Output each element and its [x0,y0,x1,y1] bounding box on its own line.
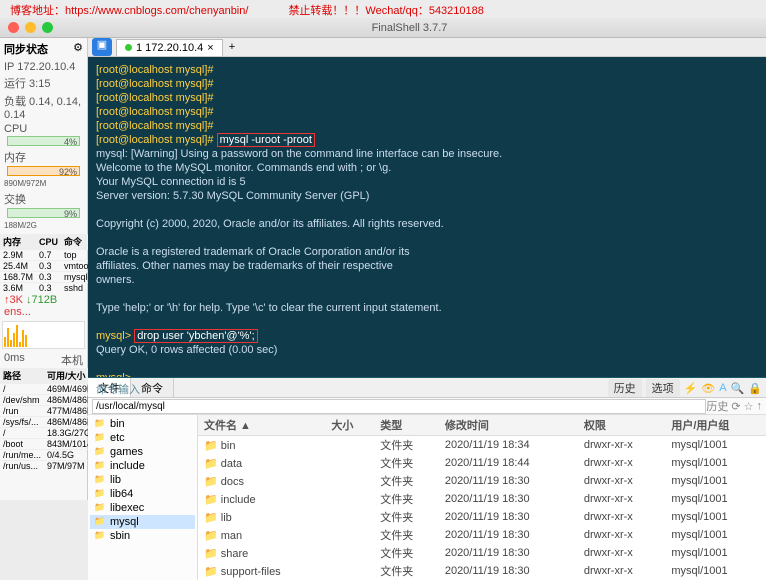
sidebar: 同步状态 ⚙ IP 172.20.10.4 运行 3:15 负载 0.14, 0.… [0,38,88,500]
pathbar: 历史 ⟳ ☆↑ [88,398,766,415]
table-row[interactable]: lib文件夹2020/11/19 18:30drwxr-xr-xmysql/10… [198,508,766,526]
input-hint: 命令输入 [96,381,140,397]
folder-tree[interactable]: binetcgamesincludeliblib64libexecmysqlsb… [88,415,198,580]
bolt-icon[interactable]: ⚡ [684,382,698,395]
tree-item[interactable]: lib [90,473,195,487]
minimize-icon[interactable] [25,22,36,33]
tree-item[interactable]: games [90,445,195,459]
options-button[interactable]: 选项 [646,379,680,397]
history-button[interactable]: 历史 [608,379,642,397]
titlebar: FinalShell 3.7.7 [0,18,766,38]
text-icon[interactable]: A [719,382,726,394]
table-row[interactable]: bin文件夹2020/11/19 18:34drwxr-xr-xmysql/10… [198,436,766,455]
status-dot-icon [125,44,132,51]
gear-icon[interactable]: ⚙ [73,41,83,57]
table-row[interactable]: data文件夹2020/11/19 18:44drwxr-xr-xmysql/1… [198,454,766,472]
terminal-toolbar: 命令输入 历史 选项 ⚡ 👁 A 🔍 🔒 [88,377,766,378]
table-row[interactable]: include文件夹2020/11/19 18:30drwxr-xr-xmysq… [198,490,766,508]
terminal[interactable]: [root@localhost mysql]# [root@localhost … [88,57,766,377]
tree-item[interactable]: include [90,459,195,473]
up-icon[interactable]: ↑ [757,400,763,412]
cpu-bar: 4% [7,136,80,146]
status-label: 同步状态 [4,41,48,57]
tree-item[interactable]: sbin [90,529,195,543]
table-row[interactable]: docs文件夹2020/11/19 18:30drwxr-xr-xmysql/1… [198,472,766,490]
session-tab[interactable]: 1 172.20.10.4× [116,39,223,56]
tree-item[interactable]: libexec [90,501,195,515]
table-row[interactable]: support-files文件夹2020/11/19 18:30drwxr-xr… [198,562,766,580]
app-title: FinalShell 3.7.7 [53,22,766,34]
tabbar: ▣ 1 172.20.10.4× + ☰ ⋯ [88,38,766,57]
tree-item[interactable]: lib64 [90,487,195,501]
lock-icon[interactable]: 🔒 [748,382,762,395]
uptime-label: 运行 3:15 [0,74,87,92]
refresh-icon[interactable]: ⟳ [731,400,740,413]
tree-item[interactable]: bin [90,417,195,431]
ip-label: IP 172.20.10.4 [0,60,87,74]
search-icon[interactable]: 🔍 [731,382,745,395]
eye-icon[interactable]: 👁 [701,382,715,395]
add-tab-button[interactable]: + [223,41,241,53]
file-list[interactable]: 文件名 ▲大小类型修改时间权限用户/用户组bin文件夹2020/11/19 18… [198,415,766,580]
path-input[interactable] [92,399,706,414]
bookmark-icon[interactable]: ☆ [744,400,754,413]
table-row[interactable]: share文件夹2020/11/19 18:30drwxr-xr-xmysql/… [198,544,766,562]
mem-bar: 92% [7,166,80,176]
window-controls[interactable] [0,22,53,33]
table-row[interactable]: man文件夹2020/11/19 18:30drwxr-xr-xmysql/10… [198,526,766,544]
load-label: 负载 0.14, 0.14, 0.14 [0,92,87,122]
swap-bar: 9% [7,208,80,218]
path-history[interactable]: 历史 [706,398,728,414]
watermark: 博客地址：https://www.cnblogs.com/chenyanbin/… [0,2,766,18]
close-tab-icon[interactable]: × [207,42,213,54]
tree-item[interactable]: mysql [90,515,195,529]
tree-item[interactable]: etc [90,431,195,445]
net-chart [2,321,85,349]
maximize-icon[interactable] [42,22,53,33]
folder-icon[interactable]: ▣ [92,38,112,56]
close-icon[interactable] [8,22,19,33]
